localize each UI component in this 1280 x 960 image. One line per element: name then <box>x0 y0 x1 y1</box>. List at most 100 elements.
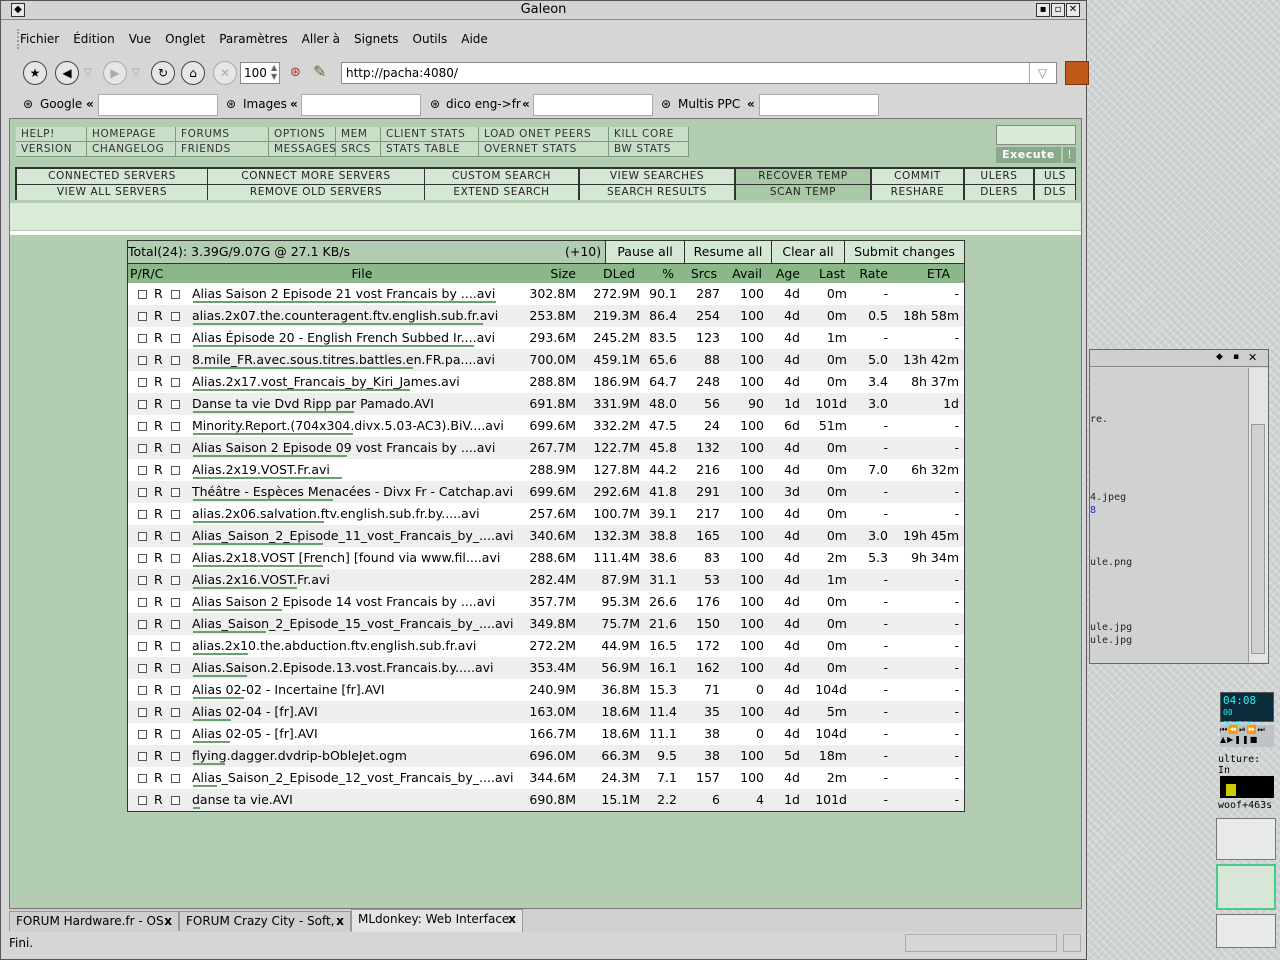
file-name-link[interactable]: Alias_Saison_2_Episode_15_vost_Francais_… <box>192 613 529 637</box>
column-header-last[interactable]: Last <box>809 264 845 283</box>
pause-checkbox[interactable] <box>138 444 147 453</box>
file-item[interactable]: re. <box>1090 414 1108 425</box>
pause-checkbox[interactable] <box>138 708 147 717</box>
submit-changes-button[interactable]: Submit changes <box>844 241 964 263</box>
command-button[interactable]: ULS <box>1035 169 1075 184</box>
topmenu-link[interactable]: SRCS <box>336 142 381 157</box>
pause-checkbox[interactable] <box>138 730 147 739</box>
cancel-checkbox[interactable] <box>171 554 180 563</box>
command-button[interactable]: VIEW SEARCHES <box>580 169 734 184</box>
cancel-checkbox[interactable] <box>171 378 180 387</box>
menu-item-4[interactable]: Paramètres <box>212 25 294 53</box>
file-name-link[interactable]: Alias_Saison_2_Episode_12_vost_Francais_… <box>192 767 529 791</box>
file-name-link[interactable]: Alias.2x18.VOST [French] [found via www.… <box>192 547 529 571</box>
menu-item-2[interactable]: Vue <box>122 25 158 53</box>
more-downloads-link[interactable]: (+10) <box>565 241 601 263</box>
cancel-checkbox[interactable] <box>171 730 180 739</box>
pause-checkbox[interactable] <box>138 598 147 607</box>
topmenu-link[interactable]: HOMEPAGE <box>87 127 176 142</box>
cancel-checkbox[interactable] <box>171 488 180 497</box>
maximize-icon[interactable]: ▫ <box>1051 3 1065 17</box>
cancel-checkbox[interactable] <box>171 444 180 453</box>
topmenu-link[interactable]: VERSION <box>16 142 87 157</box>
column-header-prc[interactable]: P/R/C <box>130 264 163 283</box>
cancel-checkbox[interactable] <box>171 598 180 607</box>
resume-label[interactable]: R <box>154 305 163 327</box>
cancel-checkbox[interactable] <box>171 510 180 519</box>
tab-forum-hardware[interactable]: FORUM Hardware.fr - OS x <box>9 911 179 931</box>
file-name-link[interactable]: Alias Saison 2 Episode 14 vost Francais … <box>192 591 529 615</box>
file-name-link[interactable]: Alias.2x16.VOST.Fr.avi <box>192 569 529 593</box>
pager-desktop-1[interactable] <box>1216 818 1276 860</box>
file-name-link[interactable]: Alias.2x17.vost_Francais_by_Kiri_James.a… <box>192 371 529 395</box>
resume-label[interactable]: R <box>154 789 163 811</box>
pause-checkbox[interactable] <box>138 312 147 321</box>
resume-label[interactable]: R <box>154 459 163 481</box>
command-button[interactable]: CUSTOM SEARCH <box>425 169 578 184</box>
resume-label[interactable]: R <box>154 525 163 547</box>
url-dropdown-icon[interactable]: ▽ <box>1029 63 1055 83</box>
resume-label[interactable]: R <box>154 701 163 723</box>
file-name-link[interactable]: Alias.2x19.VOST.Fr.avi <box>192 459 529 483</box>
resume-label[interactable]: R <box>154 723 163 745</box>
go-icon[interactable]: ⊛ <box>290 65 301 80</box>
column-header-avail[interactable]: Avail <box>722 264 762 283</box>
back-history-icon[interactable]: ▽ <box>84 67 92 78</box>
cancel-checkbox[interactable] <box>171 752 180 761</box>
pause-checkbox[interactable] <box>138 356 147 365</box>
close-tab-icon[interactable]: x <box>508 910 516 929</box>
cancel-checkbox[interactable] <box>171 620 180 629</box>
file-name-link[interactable]: 8.mile_FR.avec.sous.titres.battles.en.FR… <box>192 349 529 373</box>
topmenu-link[interactable]: MESSAGES <box>269 142 336 157</box>
topmenu-link[interactable]: OPTIONS <box>269 127 336 142</box>
pause-checkbox[interactable] <box>138 642 147 651</box>
zoom-spin-icon[interactable]: ▲ ▼ <box>271 63 277 81</box>
file-item[interactable]: ule.jpg <box>1090 622 1132 633</box>
column-header-size[interactable]: Size <box>526 264 576 283</box>
pause-checkbox[interactable] <box>138 532 147 541</box>
tab-forum-crazy-city[interactable]: FORUM Crazy City - Soft, x <box>179 911 351 931</box>
clear-location-icon[interactable]: ✎ <box>313 62 326 81</box>
search-arrow-icon[interactable]: « <box>86 96 94 112</box>
command-button[interactable]: REMOVE OLD SERVERS <box>208 185 424 200</box>
pause-checkbox[interactable] <box>138 774 147 783</box>
topmenu-link[interactable]: STATS TABLE <box>381 142 479 157</box>
back-icon[interactable]: ◀ <box>55 61 79 85</box>
pause-checkbox[interactable] <box>138 620 147 629</box>
player-controls[interactable]: ⏮⏪⏯⏩⏭ ▲▶❚❚■ <box>1220 725 1274 747</box>
file-name-link[interactable]: Alias Épisode 20 - English French Subbed… <box>192 327 529 351</box>
command-button[interactable]: CONNECTED SERVERS <box>17 169 207 184</box>
menu-item-5[interactable]: Aller à <box>295 25 347 53</box>
search-input-multis[interactable] <box>759 94 879 116</box>
pause-checkbox[interactable] <box>138 422 147 431</box>
pause-checkbox[interactable] <box>138 378 147 387</box>
topmenu-link[interactable]: FORUMS <box>176 127 269 142</box>
cancel-checkbox[interactable] <box>171 664 180 673</box>
resume-label[interactable]: R <box>154 613 163 635</box>
column-header-dled[interactable]: DLed <box>583 264 635 283</box>
file-name-link[interactable]: alias.2x10.the.abduction.ftv.english.sub… <box>192 635 529 659</box>
command-button[interactable]: SCAN TEMP <box>736 185 870 200</box>
file-item[interactable]: 4.jpeg <box>1090 492 1126 503</box>
cancel-checkbox[interactable] <box>171 708 180 717</box>
file-name-link[interactable]: Alias Saison 2 Episode 21 vost Francais … <box>192 283 529 307</box>
execute-extra-button[interactable]: ! <box>1063 147 1076 163</box>
search-arrow-icon[interactable]: « <box>522 96 530 112</box>
resume-label[interactable]: R <box>154 657 163 679</box>
scrollbar[interactable] <box>1248 368 1268 662</box>
resume-label[interactable]: R <box>154 767 163 789</box>
topmenu-link[interactable]: HELP! <box>16 127 87 142</box>
close-tab-icon[interactable]: x <box>336 912 344 931</box>
column-header-file[interactable]: File <box>342 264 382 283</box>
topmenu-link[interactable]: CLIENT STATS <box>381 127 479 142</box>
pause-checkbox[interactable] <box>138 686 147 695</box>
topmenu-link[interactable]: OVERNET STATS <box>479 142 609 157</box>
column-header-[interactable]: % <box>640 264 674 283</box>
pause-all-button[interactable]: Pause all <box>605 241 684 263</box>
topmenu-link[interactable]: MEM <box>336 127 381 142</box>
file-name-link[interactable]: Théâtre - Espèces Menacées - Divx Fr - C… <box>192 481 529 505</box>
cancel-checkbox[interactable] <box>171 422 180 431</box>
resume-label[interactable]: R <box>154 393 163 415</box>
close-icon[interactable]: ✕ <box>1248 351 1257 364</box>
topmenu-link[interactable]: CHANGELOG <box>87 142 176 157</box>
